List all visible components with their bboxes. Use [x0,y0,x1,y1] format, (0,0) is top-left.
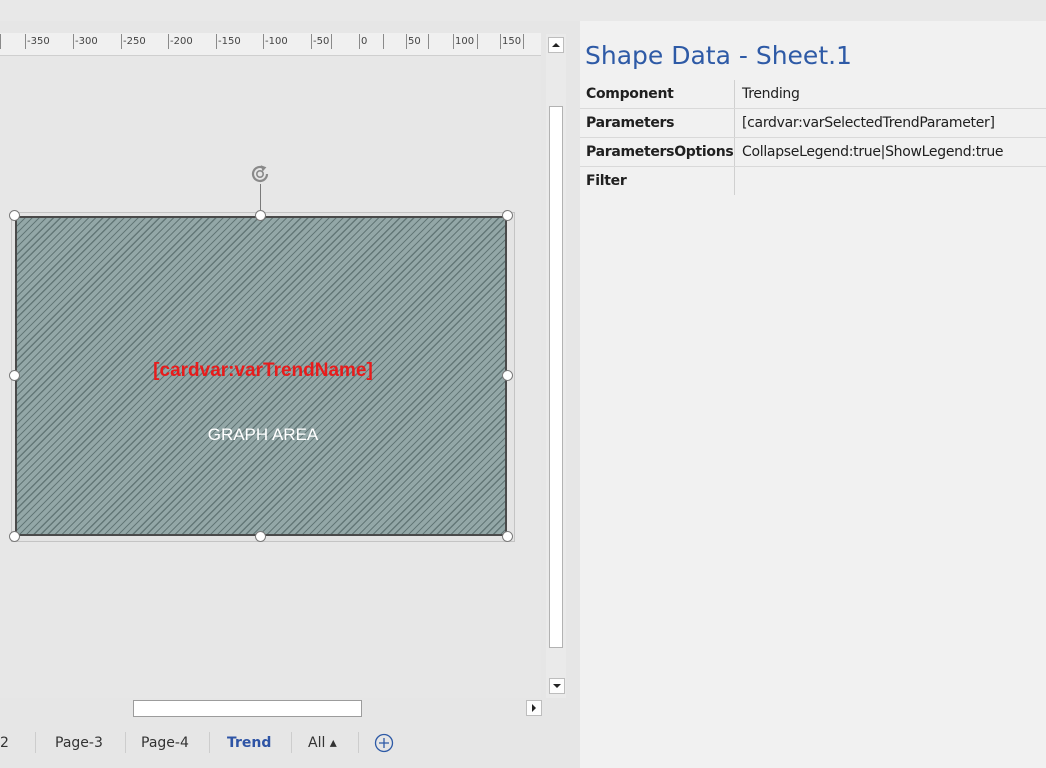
ruler-label: -200 [170,36,193,47]
row-value[interactable]: CollapseLegend:true|ShowLegend:true [734,138,1046,166]
tab-page-2[interactable]: 2 [0,735,9,751]
ruler-label: 100 [455,36,475,47]
ruler-label: 0 [361,36,368,47]
ruler-tick [0,34,1,49]
ruler-tick [121,34,122,49]
tab-separator [125,732,126,753]
tab-page-3[interactable]: Page-3 [55,735,103,751]
ruler-tick [406,34,407,49]
ruler-tick [428,34,429,49]
ruler-tick [168,34,169,49]
ruler-label: -100 [265,36,288,47]
scroll-right-button[interactable] [526,700,542,716]
resize-handle-bottom-right[interactable] [502,531,513,542]
tab-separator [209,732,210,753]
row-label: Component [586,86,674,102]
ruler-label: -250 [123,36,146,47]
tab-trend[interactable]: Trend [227,735,271,751]
scroll-up-button[interactable] [548,37,564,53]
ruler-label: -150 [218,36,241,47]
page-tab-bar: 2 Page-3 Page-4 Trend All ▴ [0,718,580,768]
horizontal-scroll-thumb[interactable] [133,700,362,717]
resize-handle-bottom-left[interactable] [9,531,20,542]
ruler-label: 150 [502,36,522,47]
ruler-tick [216,34,217,49]
tab-separator [291,732,292,753]
scroll-down-button[interactable] [549,678,565,694]
ruler-tick [311,34,312,49]
resize-handle-right[interactable] [502,370,513,381]
table-row: Parameters [cardvar:varSelectedTrendPara… [580,109,1046,138]
shape-data-table: Component Trending Parameters [cardvar:v… [580,80,1046,195]
ruler-tick [25,34,26,49]
arrow-right-icon [532,704,536,712]
panel-title: Shape Data - Sheet.1 [585,41,852,70]
table-row: Filter [580,167,1046,195]
shape-data-panel: Shape Data - Sheet.1 Component Trending … [580,21,1046,768]
row-label: ParametersOptions [586,144,734,160]
tab-separator [35,732,36,753]
table-row: ParametersOptions CollapseLegend:true|Sh… [580,138,1046,167]
row-label: Filter [586,173,627,189]
add-page-icon[interactable] [374,733,394,753]
top-bar [0,0,1046,21]
resize-handle-left[interactable] [9,370,20,381]
horizontal-ruler: -350 -300 -250 -200 -150 -100 -50 0 50 1… [0,33,541,56]
row-value[interactable]: [cardvar:varSelectedTrendParameter] [734,109,1046,137]
resize-handle-top[interactable] [255,210,266,221]
ruler-label: 50 [408,36,421,47]
row-label: Parameters [586,115,675,131]
vertical-scrollbar[interactable] [546,34,566,698]
ruler-tick [73,34,74,49]
table-row: Component Trending [580,80,1046,109]
ruler-tick [383,34,384,49]
ruler-tick [263,34,264,49]
resize-handle-top-right[interactable] [502,210,513,221]
ruler-tick [477,34,478,49]
resize-handle-top-left[interactable] [9,210,20,221]
horizontal-scrollbar[interactable] [0,698,545,718]
ruler-label: -350 [27,36,50,47]
ruler-tick [331,34,332,49]
ruler-tick [500,34,501,49]
tab-page-4[interactable]: Page-4 [141,735,189,751]
rotate-icon[interactable] [248,162,272,186]
arrow-up-icon [552,43,560,47]
drawing-canvas[interactable]: [cardvar:varTrendName] GRAPH AREA [0,56,541,698]
trend-name-label: [cardvar:varTrendName] [153,360,373,381]
ruler-tick [523,34,524,49]
ruler-tick [453,34,454,49]
vertical-scroll-thumb[interactable] [549,106,563,648]
row-value[interactable] [734,167,1046,195]
resize-handle-bottom[interactable] [255,531,266,542]
ruler-label: -50 [313,36,330,47]
graph-area-label: GRAPH AREA [207,425,319,444]
ruler-tick [359,34,360,49]
ruler-label: -300 [75,36,98,47]
graph-area-shape[interactable]: [cardvar:varTrendName] GRAPH AREA [15,216,507,536]
tab-separator [358,732,359,753]
arrow-down-icon [553,684,561,688]
row-value[interactable]: Trending [734,80,1046,108]
tab-all[interactable]: All ▴ [308,735,337,751]
